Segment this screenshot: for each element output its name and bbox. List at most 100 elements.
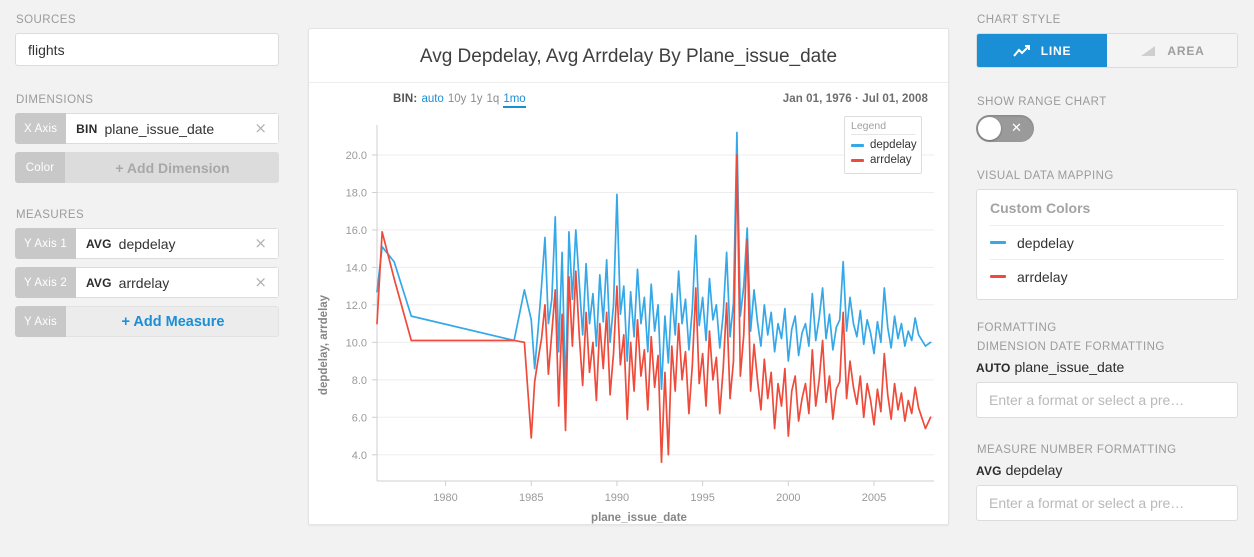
measure-chip-body[interactable]: AVG arrdelay ×	[75, 267, 279, 298]
measure-format-input[interactable]	[976, 485, 1238, 521]
bin-selector: BIN: auto 10y 1y 1q 1mo	[393, 93, 526, 108]
x-tick-label: 1985	[519, 492, 543, 504]
add-measure-button[interactable]: + Add Measure	[65, 306, 279, 337]
toggle-off-icon: ✕	[1011, 121, 1022, 136]
measure-chip[interactable]: Y Axis + Add Measure	[15, 306, 279, 337]
x-tick-label: 1990	[605, 492, 629, 504]
y-axis-label: depdelay, arrdelay	[318, 294, 330, 395]
color-swatch[interactable]	[990, 241, 1006, 244]
legend-color-swatch	[851, 144, 864, 147]
app-root: SOURCES flights DIMENSIONS X Axis BIN plan…	[0, 0, 1254, 557]
y-tick-label: 4.0	[352, 450, 367, 462]
x-axis-label: plane_issue_date	[591, 512, 687, 524]
y-tick-label: 12.0	[346, 300, 367, 312]
legend-rows: depdelay arrdelay	[851, 138, 917, 168]
show-range-chart-toggle[interactable]: ✕	[976, 115, 1034, 142]
legend-series-name: arrdelay	[870, 154, 912, 166]
line-chart-icon	[1012, 44, 1031, 58]
bin-options: auto 10y 1y 1q 1mo	[417, 93, 526, 108]
chart-panel: Avg Depdelay, Avg Arrdelay By Plane_issu…	[308, 28, 949, 525]
measure-chip[interactable]: Y Axis 2 AVG arrdelay ×	[15, 267, 279, 298]
custom-color-rows: depdelay arrdelay	[990, 226, 1224, 293]
visual-data-mapping-label: VISUAL DATA MAPPING	[977, 170, 1114, 182]
custom-colors-title: Custom Colors	[990, 200, 1224, 226]
date-range-label: Jan 01, 1976 · Jul 01, 2008	[782, 93, 928, 105]
measures-list: Y Axis 1 AVG depdelay × Y Axis 2 AVG arrdelay ×…	[15, 228, 279, 337]
remove-measure-icon[interactable]: ×	[251, 275, 270, 290]
show-range-chart-label: SHOW RANGE CHART	[977, 96, 1107, 108]
chart-style-area-button[interactable]: AREA	[1107, 34, 1237, 67]
custom-color-row[interactable]: depdelay	[990, 226, 1224, 260]
y-tick-label: 10.0	[346, 337, 367, 349]
measure-chip-tag: Y Axis 1	[15, 228, 76, 259]
left-sidebar: SOURCES flights DIMENSIONS X Axis BIN plan…	[0, 0, 295, 557]
y-tick-label: 20.0	[346, 150, 367, 162]
legend-item[interactable]: arrdelay	[851, 153, 915, 168]
source-value: flights	[28, 41, 65, 58]
measure-chip-body[interactable]: AVG depdelay ×	[75, 228, 279, 259]
chart-legend[interactable]: Legend depdelay arrdelay	[844, 116, 922, 174]
dimension-format-agg: AUTO	[976, 361, 1011, 375]
series-lines	[376, 131, 932, 464]
measure-number-formatting-label: MEASURE NUMBER FORMATTING	[977, 444, 1177, 456]
dimension-chip[interactable]: Color + Add Dimension	[15, 152, 279, 183]
measure-chip[interactable]: Y Axis 1 AVG depdelay ×	[15, 228, 279, 259]
y-tick-label: 16.0	[346, 225, 367, 237]
measure-chip-field: arrdelay	[118, 274, 170, 291]
x-tick-label: 1980	[433, 492, 457, 504]
toggle-knob	[978, 117, 1001, 140]
line-chart-svg: 4.0 6.0 8.0 10.0 12.0 14.0 16.0 18.0 20.0 1980 19…	[318, 125, 934, 524]
right-sidebar: CHART STYLE LINE AREA SHOW RANGE CHART ✕…	[960, 0, 1254, 557]
bin-option-1mo[interactable]: 1mo	[503, 93, 526, 108]
y-tick-label: 18.0	[346, 187, 367, 199]
measure-chip-field: depdelay	[118, 235, 176, 252]
dimension-chip-field: plane_issue_date	[104, 120, 215, 137]
custom-color-row[interactable]: arrdelay	[990, 260, 1224, 293]
chart-style-area-label: AREA	[1167, 43, 1205, 58]
bin-option-auto[interactable]: auto	[421, 93, 443, 105]
custom-colors-card: Custom Colors depdelay arrdelay	[976, 189, 1238, 300]
dimension-format-field-name: plane_issue_date	[1014, 359, 1125, 375]
color-swatch[interactable]	[990, 275, 1006, 278]
y-tick-label: 14.0	[346, 262, 367, 274]
color-series-name: depdelay	[1017, 234, 1074, 251]
remove-dimension-icon[interactable]: ×	[251, 121, 270, 136]
y-tick-label: 8.0	[352, 375, 367, 387]
measures-label: MEASURES	[16, 209, 85, 221]
dimension-add-label: + Add Dimension	[115, 159, 230, 176]
bin-option-1y[interactable]: 1y	[470, 93, 482, 105]
dimension-chip[interactable]: X Axis BIN plane_issue_date ×	[15, 113, 279, 144]
legend-title: Legend	[851, 120, 915, 135]
area-chart-icon	[1139, 44, 1157, 58]
source-select[interactable]: flights	[15, 33, 279, 66]
bin-label: BIN:	[393, 93, 418, 105]
x-tick-label: 2005	[862, 492, 886, 504]
bin-option-10y[interactable]: 10y	[448, 93, 467, 105]
measure-chip-agg: AVG	[85, 275, 112, 290]
chart-style-line-button[interactable]: LINE	[977, 34, 1107, 67]
legend-item[interactable]: depdelay	[851, 138, 917, 153]
dimension-format-input[interactable]	[976, 382, 1238, 418]
dimension-format-field-title: AUTO plane_issue_date	[976, 359, 1238, 375]
plot-area[interactable]: 4.0 6.0 8.0 10.0 12.0 14.0 16.0 18.0 20.0 1980 19…	[309, 113, 948, 533]
add-dimension-button[interactable]: + Add Dimension	[65, 152, 279, 183]
remove-measure-icon[interactable]: ×	[251, 236, 270, 251]
legend-series-name: depdelay	[870, 139, 917, 151]
color-series-name: arrdelay	[1017, 268, 1068, 285]
measure-format-agg: AVG	[976, 464, 1002, 478]
y-tick-label: 6.0	[352, 412, 367, 424]
dimension-chip-body[interactable]: BIN plane_issue_date ×	[66, 113, 279, 144]
dimension-date-formatting-label: DIMENSION DATE FORMATTING	[977, 341, 1165, 353]
measure-chip-agg: AVG	[85, 236, 112, 251]
dimension-chip-tag: Color	[15, 152, 65, 183]
chart-controls: BIN: auto 10y 1y 1q 1mo Jan 01, 1976 · Jul 01…	[325, 91, 932, 113]
x-axis-ticks: 1980 1985 1990 1995 2000 2005	[433, 481, 886, 504]
measure-format-field-title: AVG depdelay	[976, 462, 1238, 478]
bin-option-1q[interactable]: 1q	[487, 93, 500, 105]
legend-color-swatch	[851, 159, 864, 162]
dimension-chip-tag: X Axis	[15, 113, 67, 144]
